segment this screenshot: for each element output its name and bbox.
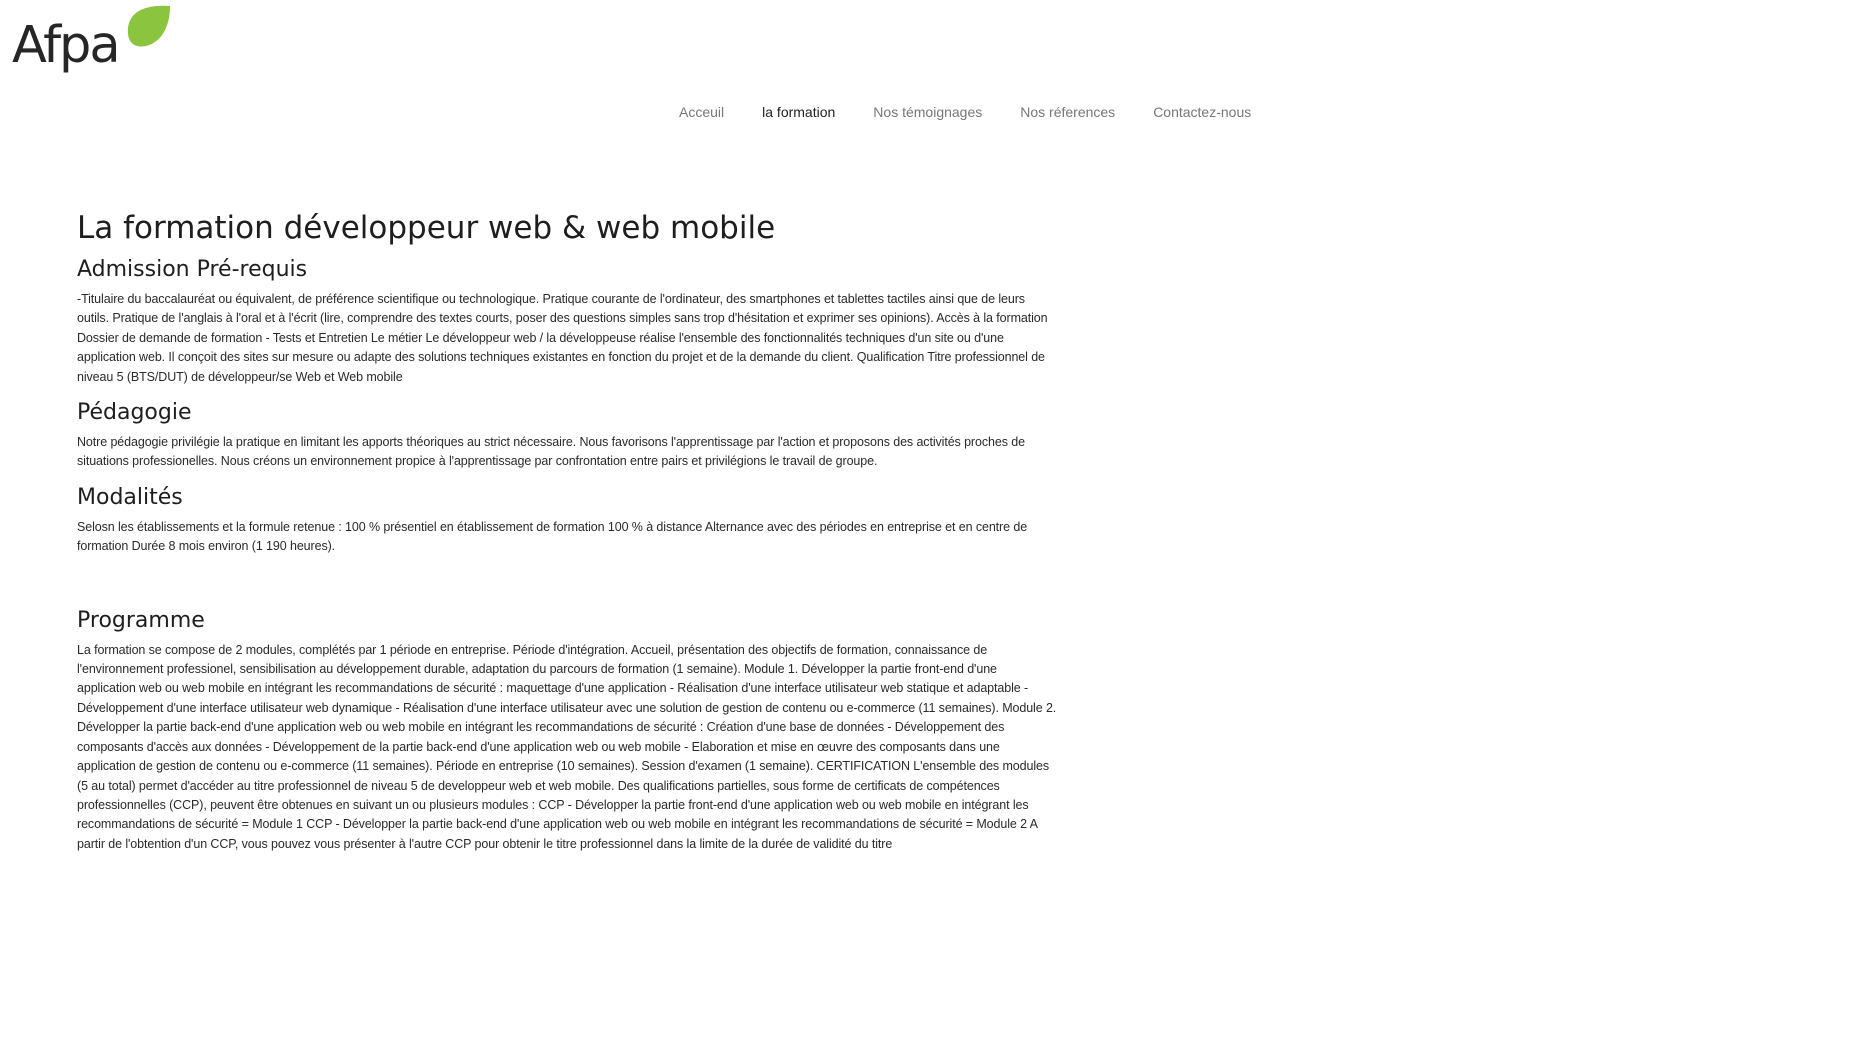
nav-link-temoignages[interactable]: Nos témoignages [854,103,1001,121]
section-heading: Pédagogie [77,400,192,426]
nav-link-accueil[interactable]: Acceuil [660,103,743,121]
section-heading: Programme [77,607,205,633]
section-programme: Programme La formation se compose de 2 m… [77,607,1057,854]
leaf-icon [127,5,170,47]
section-text: -Titulaire du baccalauréat ou équivalent… [77,292,1048,384]
nav-link-la-formation[interactable]: la formation [743,103,854,121]
section-heading: Modalités [77,484,183,510]
main-content: La formation développeur web & web mobil… [77,208,1057,866]
logo-text: Afpa [12,16,121,75]
nav-link-contact[interactable]: Contactez-nous [1134,103,1270,121]
main-nav: Acceuil la formation Nos témoignages Nos… [660,103,1270,121]
section-heading: Admission Pré-requis [77,257,308,282]
section-text: La formation se compose de 2 modules, co… [77,642,1057,851]
section-admission: Admission Pré-requis -Titulaire du bacca… [77,256,1057,387]
section-text: Notre pédagogie privilégie la pratique e… [77,435,1025,469]
section-pedagogie: Pédagogie Notre pédagogie privilégie la … [77,399,1057,472]
section-text: Selosn les établissements et la formule … [77,519,1028,554]
page-title: La formation développeur web & web mobil… [77,210,776,246]
nav-link-references[interactable]: Nos réferences [1001,103,1134,121]
section-modalites: Modalités Selosn les établissements et l… [77,484,1057,557]
afpa-logo[interactable]: Afpa [12,4,170,84]
